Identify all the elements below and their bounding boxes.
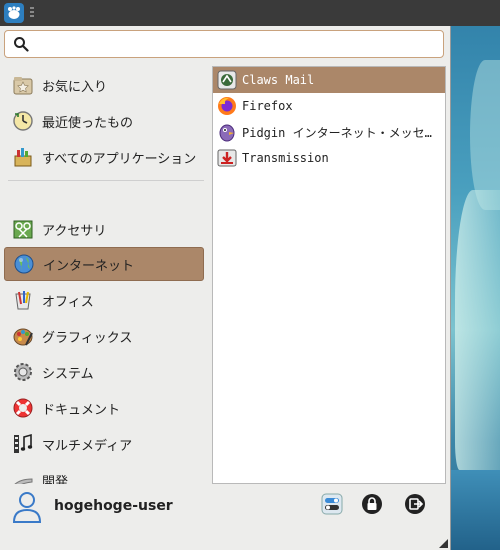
category-documents[interactable]: ドキュメント <box>4 391 204 425</box>
app-label: Pidgin インターネット・メッセンジャー <box>242 125 438 140</box>
category-label: 最近使ったもの <box>42 115 134 131</box>
username: hogehoge-user <box>54 498 173 514</box>
app-label: Transmission <box>242 151 329 165</box>
category-multimedia[interactable]: マルチメディア <box>4 427 204 461</box>
internet-globe-icon <box>11 251 37 277</box>
category-label: アクセサリ <box>42 223 107 239</box>
app-pidgin[interactable]: Pidgin インターネット・メッセンジャー <box>213 119 445 145</box>
category-label: インターネット <box>43 258 135 274</box>
settings-manager-button[interactable] <box>320 492 344 516</box>
category-accessories[interactable]: アクセサリ <box>4 212 204 246</box>
category-label: システム <box>42 366 94 382</box>
search-icon <box>14 37 29 52</box>
xfce-mouse-icon <box>8 6 20 19</box>
multimedia-icon <box>10 431 36 457</box>
category-system[interactable]: システム <box>4 355 204 389</box>
system-gear-icon <box>10 359 36 385</box>
accessories-icon <box>10 216 36 242</box>
category-label: すべてのアプリケーション <box>42 151 197 167</box>
top-panel <box>0 0 500 26</box>
graphics-icon <box>10 323 36 349</box>
user-avatar <box>12 491 42 523</box>
pidgin-icon <box>216 121 238 143</box>
panel-handle[interactable] <box>30 7 34 19</box>
category-label: マルチメディア <box>42 438 133 454</box>
category-all-applications[interactable]: すべてのアプリケーション <box>4 140 204 174</box>
category-sidebar: お気に入り 最近使ったもの すべてのアプリケーション アクセサリ インターネット… <box>4 66 208 484</box>
all-applications-icon <box>10 144 36 170</box>
category-favorites[interactable]: お気に入り <box>4 68 204 102</box>
search-input[interactable] <box>35 32 443 56</box>
favorites-icon <box>10 72 36 98</box>
category-development[interactable]: 開発 <box>4 463 204 484</box>
menu-footer: hogehoge-user <box>0 486 450 550</box>
category-recent[interactable]: 最近使ったもの <box>4 104 204 138</box>
help-lifebuoy-icon <box>10 395 36 421</box>
lock-screen-button[interactable] <box>360 492 384 516</box>
application-menu: お気に入り 最近使ったもの すべてのアプリケーション アクセサリ インターネット… <box>0 26 451 550</box>
settings-toggle-icon <box>321 493 343 515</box>
application-list: Claws Mail Firefox Pidgin インターネット・メッセンジャ… <box>212 66 446 484</box>
search-box[interactable] <box>4 30 444 58</box>
logout-button[interactable] <box>403 492 427 516</box>
category-internet[interactable]: インターネット <box>4 247 204 281</box>
category-label: ドキュメント <box>42 402 121 418</box>
app-firefox[interactable]: Firefox <box>213 93 445 119</box>
category-label: グラフィックス <box>42 330 133 346</box>
user-avatar-icon <box>12 492 42 523</box>
development-icon <box>10 467 36 484</box>
app-claws-mail[interactable]: Claws Mail <box>213 67 445 93</box>
recent-icon <box>10 108 36 134</box>
sidebar-divider <box>8 180 204 181</box>
whisker-menu-button[interactable] <box>4 3 24 23</box>
transmission-icon <box>216 147 238 169</box>
category-label: オフィス <box>42 294 94 310</box>
category-graphics[interactable]: グラフィックス <box>4 319 204 353</box>
app-label: Firefox <box>242 99 293 113</box>
category-office[interactable]: オフィス <box>4 283 204 317</box>
wallpaper-tree <box>470 60 500 210</box>
firefox-icon <box>216 95 238 117</box>
office-icon <box>10 287 36 313</box>
wallpaper-tree <box>455 190 500 470</box>
resize-grip[interactable] <box>439 539 448 548</box>
app-label: Claws Mail <box>242 73 315 87</box>
category-label: 開発 <box>42 474 69 485</box>
claws-mail-icon <box>216 69 238 91</box>
lock-icon <box>362 494 382 514</box>
category-label: お気に入り <box>42 79 108 95</box>
app-transmission[interactable]: Transmission <box>213 145 445 171</box>
logout-icon <box>405 494 425 514</box>
